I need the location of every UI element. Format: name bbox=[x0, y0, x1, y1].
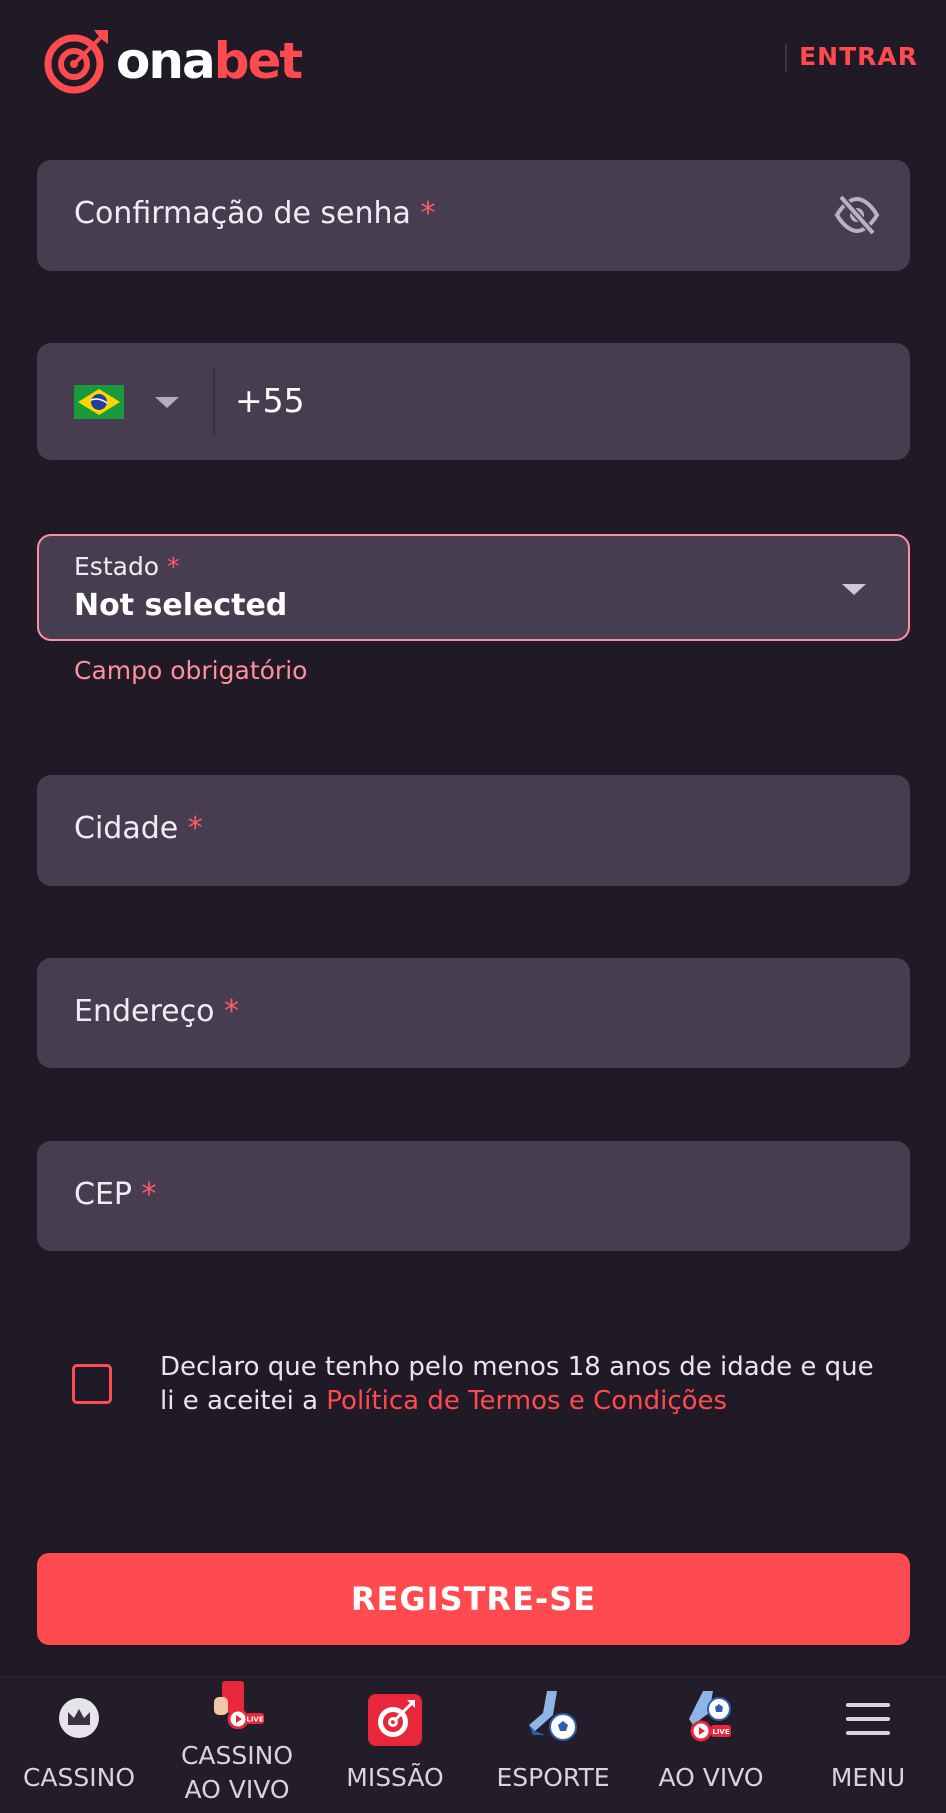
city-field[interactable]: Cidade * bbox=[37, 775, 910, 886]
age-consent-checkbox[interactable] bbox=[72, 1364, 112, 1404]
phone-input[interactable] bbox=[235, 381, 835, 420]
state-label: Estado * bbox=[74, 552, 180, 581]
state-selected-value: Not selected bbox=[74, 588, 288, 623]
phone-field bbox=[37, 343, 910, 460]
registration-page: onabet ENTRAR Confirmação de senha * Est… bbox=[0, 0, 946, 1813]
hamburger-icon bbox=[846, 1703, 890, 1735]
target-logo-icon bbox=[44, 30, 108, 94]
nav-item-mission[interactable]: MISSÃO bbox=[316, 1677, 474, 1813]
brazil-flag-icon[interactable] bbox=[74, 385, 124, 419]
login-link[interactable]: ENTRAR bbox=[799, 42, 918, 71]
city-label: Cidade * bbox=[74, 811, 203, 846]
state-error-message: Campo obrigatório bbox=[74, 656, 308, 685]
header-divider bbox=[785, 44, 787, 72]
nav-item-casino[interactable]: CASSINO bbox=[0, 1677, 158, 1813]
header: onabet ENTRAR bbox=[0, 0, 946, 120]
live-sport-icon: LIVE bbox=[689, 1691, 731, 1742]
svg-text:LIVE: LIVE bbox=[712, 1728, 729, 1736]
phone-separator bbox=[213, 369, 215, 435]
terms-link[interactable]: Política de Termos e Condições bbox=[326, 1386, 727, 1416]
live-casino-icon: LIVE bbox=[214, 1681, 264, 1729]
nav-item-live-casino[interactable]: LIVE CASSINO AO VIVO bbox=[158, 1677, 316, 1813]
svg-text:LIVE: LIVE bbox=[246, 1716, 263, 1724]
nav-item-live-sports[interactable]: LIVE AO VIVO bbox=[632, 1677, 790, 1813]
eye-off-icon[interactable] bbox=[834, 194, 880, 236]
target-icon bbox=[368, 1694, 422, 1746]
logo-wordmark: onabet bbox=[116, 32, 303, 90]
zip-field[interactable]: CEP * bbox=[37, 1141, 910, 1251]
nav-item-menu[interactable]: MENU bbox=[790, 1677, 946, 1813]
bottom-nav: CASSINO LIVE CASSINO AO VIVO MISSÃO ESPO… bbox=[0, 1676, 946, 1813]
zip-label: CEP * bbox=[74, 1177, 157, 1212]
confirm-password-field[interactable]: Confirmação de senha * bbox=[37, 160, 910, 271]
soccer-icon bbox=[529, 1691, 577, 1741]
state-select[interactable]: Estado * Not selected bbox=[37, 534, 910, 641]
address-field[interactable]: Endereço * bbox=[37, 958, 910, 1068]
crown-icon bbox=[59, 1698, 99, 1738]
onabet-logo[interactable]: onabet bbox=[42, 26, 303, 96]
register-button[interactable]: REGISTRE-SE bbox=[37, 1553, 910, 1645]
chevron-down-icon bbox=[842, 584, 866, 595]
consent-text: Declaro que tenho pelo menos 18 anos de … bbox=[160, 1352, 874, 1416]
address-label: Endereço * bbox=[74, 994, 239, 1029]
nav-item-sports[interactable]: ESPORTE bbox=[474, 1677, 632, 1813]
country-dropdown-chevron-icon[interactable] bbox=[155, 397, 179, 408]
confirm-password-label: Confirmação de senha * bbox=[74, 196, 436, 231]
